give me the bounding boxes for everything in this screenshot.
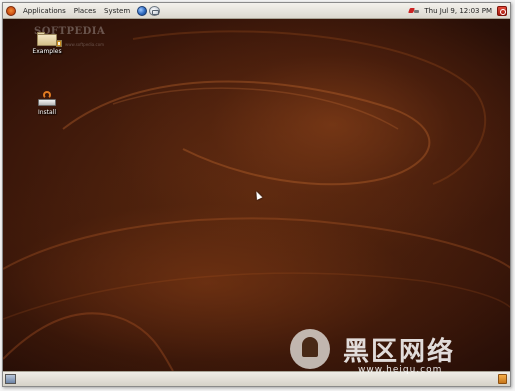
desktop-icon-label: Examples: [32, 48, 62, 55]
desktop[interactable]: SOFTPEDIA www.softpedia.com Examples Ins…: [3, 19, 510, 371]
menu-applications[interactable]: Applications: [19, 3, 70, 19]
power-icon[interactable]: [497, 6, 507, 16]
menu-system[interactable]: System: [100, 3, 134, 19]
top-panel: Applications Places System Thu Jul 9, 12…: [3, 3, 510, 19]
site-watermark-url: www.heiqu.com: [358, 365, 443, 375]
desktop-icon-label: Install: [37, 109, 57, 116]
web-browser-icon[interactable]: [137, 5, 148, 16]
desktop-icon-examples[interactable]: Examples: [27, 32, 67, 55]
folder-icon: [37, 32, 62, 47]
ubuntu-logo-icon[interactable]: [6, 5, 16, 16]
screenshot-frame: Applications Places System Thu Jul 9, 12…: [2, 2, 511, 387]
install-icon: [37, 91, 57, 107]
clock[interactable]: Thu Jul 9, 12:03 PM: [424, 7, 492, 15]
menu-places[interactable]: Places: [70, 3, 100, 19]
desktop-icon-install[interactable]: Install: [27, 91, 67, 116]
trash-icon[interactable]: [498, 374, 507, 384]
site-logo-icon: [290, 329, 330, 369]
network-icon[interactable]: [408, 7, 420, 15]
show-desktop-icon[interactable]: [5, 374, 16, 384]
mail-client-icon[interactable]: [149, 5, 161, 16]
panel-tray: Thu Jul 9, 12:03 PM: [408, 3, 507, 19]
site-watermark-name: 黑区网络: [343, 337, 456, 367]
